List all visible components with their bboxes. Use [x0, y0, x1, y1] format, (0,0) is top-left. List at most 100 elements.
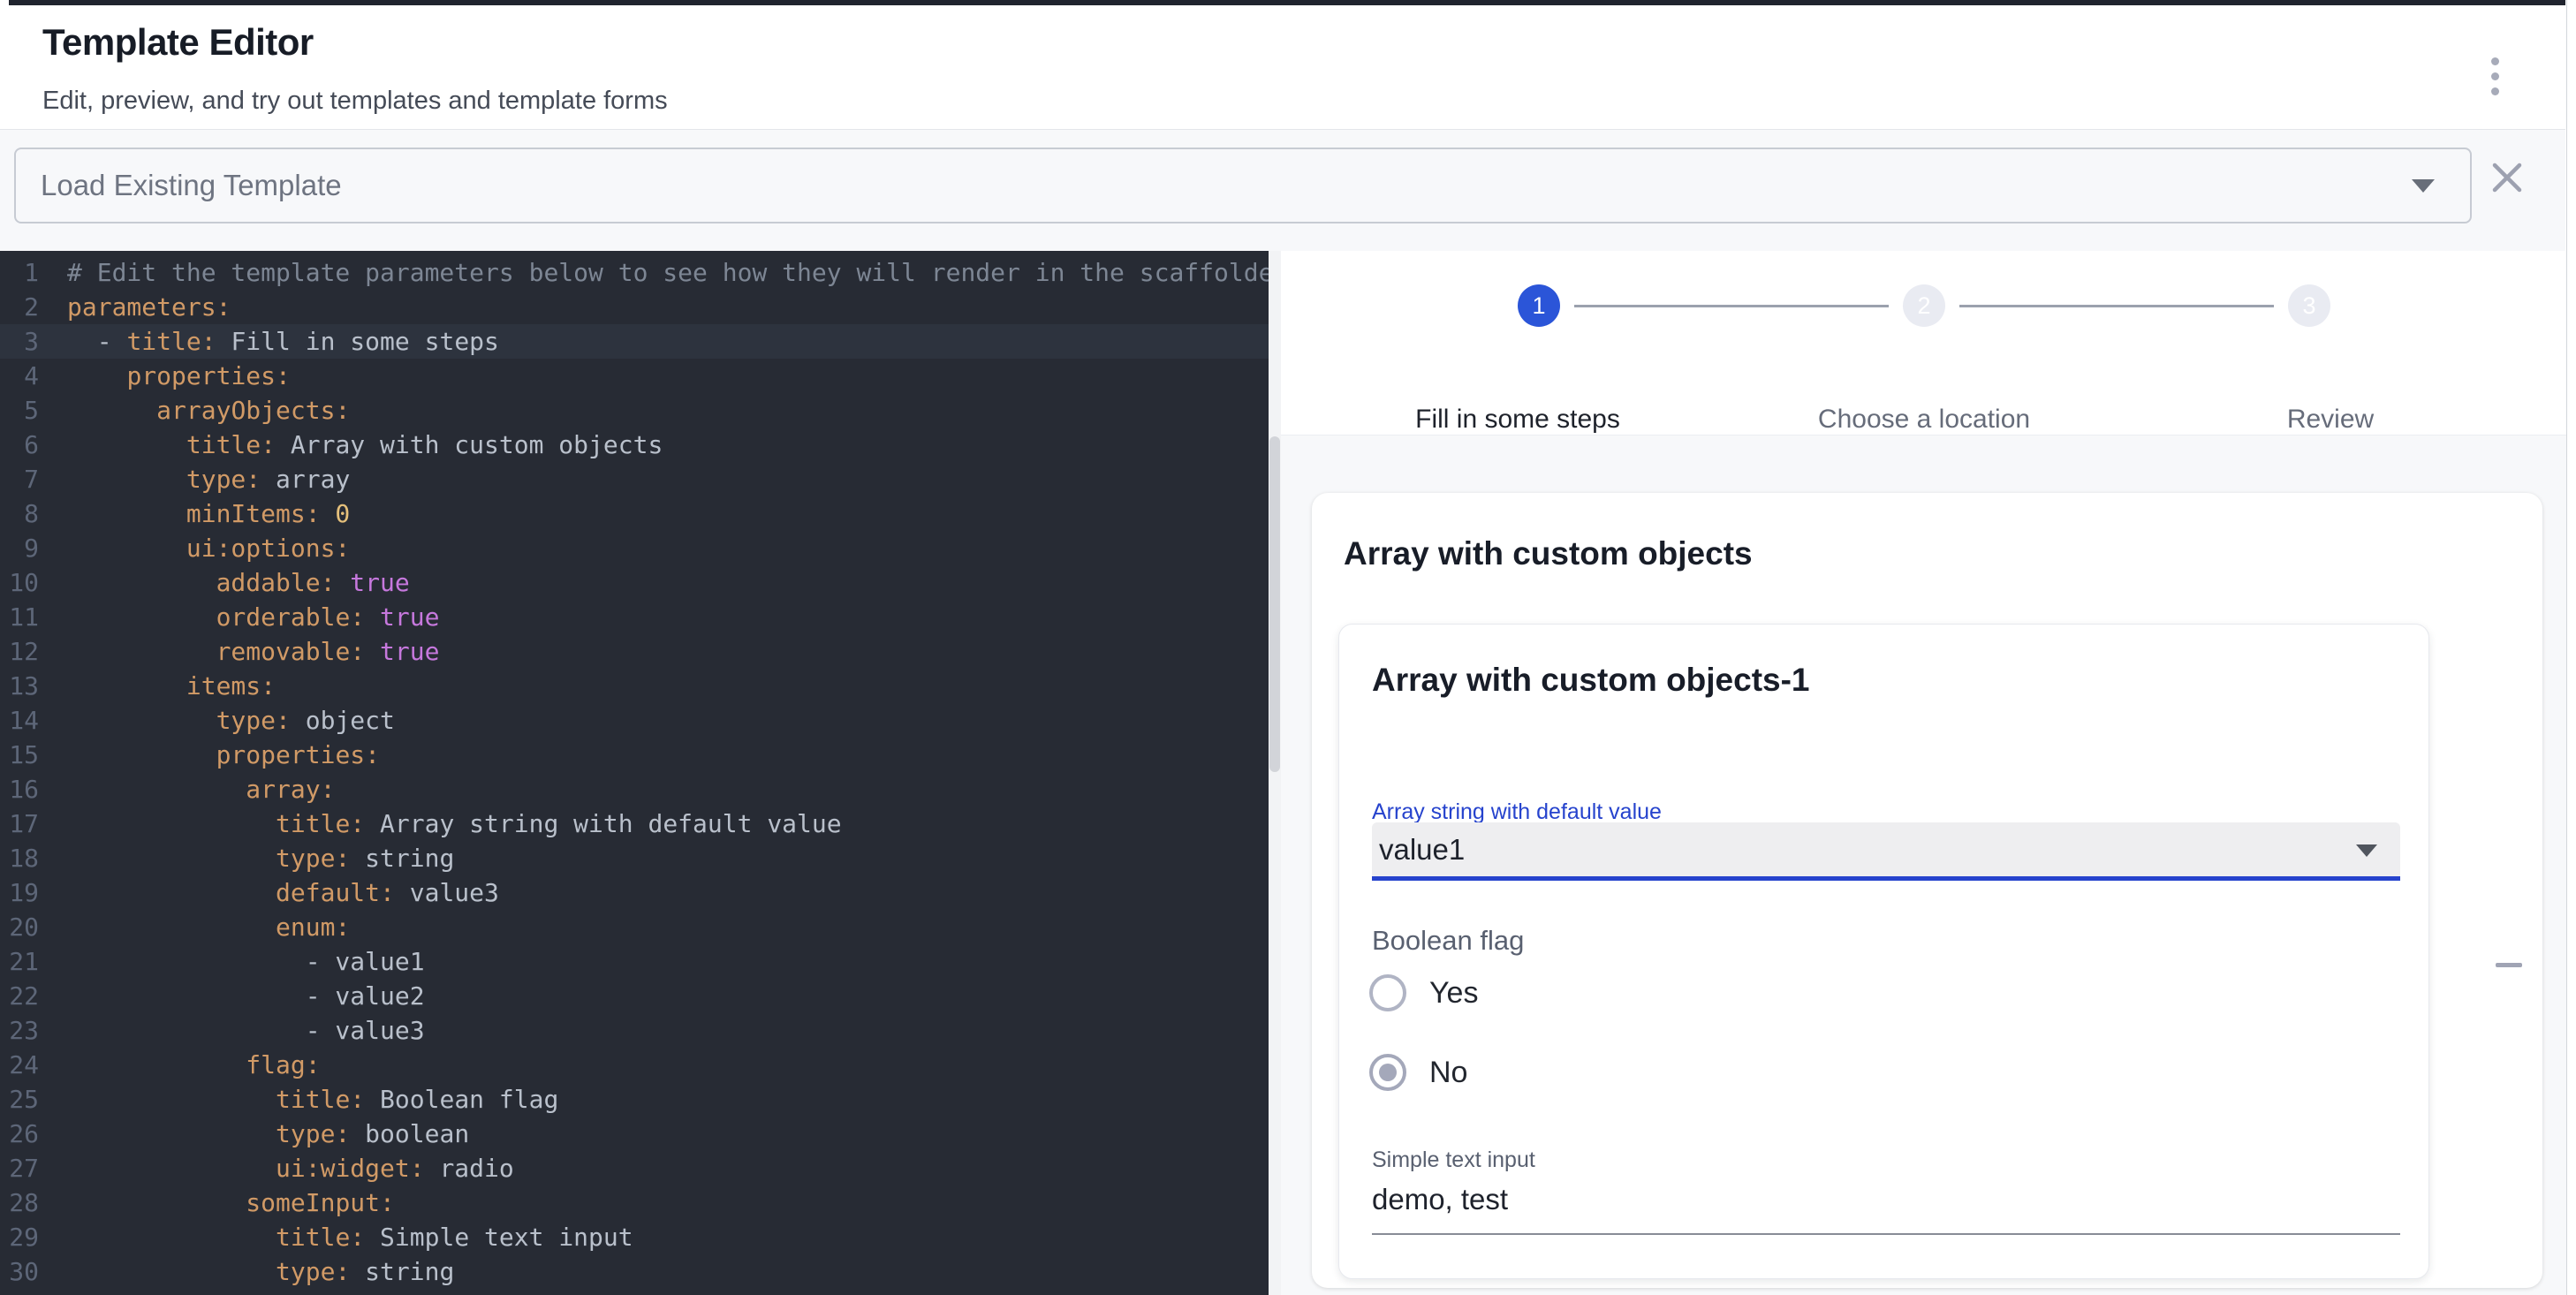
code-line[interactable]: 4 properties:	[0, 359, 1269, 393]
code-line[interactable]: 30 type: string	[0, 1254, 1269, 1289]
load-template-bar: Load Existing Template	[0, 129, 2565, 252]
editor-scrollbar[interactable]	[1269, 251, 1281, 1295]
code-line[interactable]: 13 items:	[0, 669, 1269, 703]
header: Template Editor Edit, preview, and try o…	[0, 5, 2565, 129]
code-line[interactable]: 1# Edit the template parameters below to…	[0, 255, 1269, 290]
code-lines: 1# Edit the template parameters below to…	[0, 255, 1269, 1289]
code-line[interactable]: 16 array:	[0, 772, 1269, 807]
text-field-label: Simple text input	[1372, 1147, 1535, 1173]
line-number: 25	[0, 1082, 39, 1117]
editor-scrollbar-thumb[interactable]	[1269, 436, 1280, 772]
code-line[interactable]: 24 flag:	[0, 1048, 1269, 1082]
code-line[interactable]: 18 type: string	[0, 841, 1269, 875]
line-number: 5	[0, 393, 39, 428]
radio-option-no[interactable]: No	[1369, 1053, 1467, 1092]
load-select-placeholder: Load Existing Template	[41, 149, 342, 222]
code-line[interactable]: 29 title: Simple text input	[0, 1220, 1269, 1254]
simple-text-input[interactable]: demo, test	[1372, 1183, 1508, 1216]
code-line[interactable]: 20 enum:	[0, 910, 1269, 944]
code-line[interactable]: 2parameters:	[0, 290, 1269, 324]
radio-unselected-icon	[1369, 974, 1406, 1011]
code-line[interactable]: 23 - value3	[0, 1013, 1269, 1048]
clear-template-button[interactable]	[2482, 153, 2532, 202]
code-line[interactable]: 19 default: value3	[0, 875, 1269, 910]
step-circle-1[interactable]: 1	[1518, 284, 1560, 327]
code-line[interactable]: 28 someInput:	[0, 1185, 1269, 1220]
page-title: Template Editor	[42, 21, 314, 64]
code-line[interactable]: 21 - value1	[0, 944, 1269, 979]
line-number: 4	[0, 359, 39, 393]
array-string-select[interactable]: value1	[1372, 822, 2400, 881]
line-number: 15	[0, 738, 39, 772]
select-field-value: value1	[1379, 822, 1465, 876]
page-scrollbar-track[interactable]	[2566, 0, 2576, 1295]
line-number: 18	[0, 841, 39, 875]
line-number: 6	[0, 428, 39, 462]
minus-icon	[2496, 963, 2522, 967]
line-number: 16	[0, 772, 39, 807]
line-number: 30	[0, 1254, 39, 1289]
line-number: 23	[0, 1013, 39, 1048]
code-line[interactable]: 10 addable: true	[0, 565, 1269, 600]
step-circle-2[interactable]: 2	[1903, 284, 1945, 327]
line-number: 29	[0, 1220, 39, 1254]
more-options-button[interactable]	[2474, 48, 2516, 104]
line-number: 9	[0, 531, 39, 565]
line-number: 17	[0, 807, 39, 841]
code-line[interactable]: 25 title: Boolean flag	[0, 1082, 1269, 1117]
chevron-down-icon	[2356, 844, 2377, 857]
stepper: 1 2 3 Fill in some steps Choose a location R…	[1281, 251, 2567, 435]
step-circle-3[interactable]: 3	[2288, 284, 2330, 327]
radio-selected-icon	[1369, 1054, 1406, 1091]
page-subtitle: Edit, preview, and try out templates and…	[42, 87, 668, 116]
line-number: 27	[0, 1151, 39, 1185]
code-line[interactable]: 26 type: boolean	[0, 1117, 1269, 1151]
step-label: Review	[2287, 405, 2374, 435]
code-line[interactable]: 22 - value2	[0, 979, 1269, 1013]
code-line[interactable]: 8 minItems: 0	[0, 496, 1269, 531]
code-line[interactable]: 3 - title: Fill in some steps	[0, 324, 1269, 359]
code-line[interactable]: 5 arrayObjects:	[0, 393, 1269, 428]
line-number: 26	[0, 1117, 39, 1151]
line-number: 8	[0, 496, 39, 531]
step-connector	[1959, 305, 2274, 307]
code-line[interactable]: 17 title: Array string with default valu…	[0, 807, 1269, 841]
code-line[interactable]: 14 type: object	[0, 703, 1269, 738]
step-label: Fill in some steps	[1415, 405, 1620, 435]
code-line[interactable]: 6 title: Array with custom objects	[0, 428, 1269, 462]
line-number: 24	[0, 1048, 39, 1082]
remove-array-item-button[interactable]	[2488, 943, 2530, 986]
stepper-track: 1 2 3	[1518, 251, 2330, 327]
code-line[interactable]: 12 removable: true	[0, 634, 1269, 669]
line-number: 3	[0, 324, 39, 359]
code-line[interactable]: 11 orderable: true	[0, 600, 1269, 634]
code-line[interactable]: 7 type: array	[0, 462, 1269, 496]
boolean-field-label: Boolean flag	[1372, 925, 1524, 957]
array-item-title: Array with custom objects-1	[1372, 662, 1810, 699]
chevron-down-icon	[2412, 179, 2435, 193]
load-existing-template-select[interactable]: Load Existing Template	[14, 148, 2472, 223]
form-area: Array with custom objects Array with cus…	[1281, 435, 2567, 1295]
preview-panel: 1 2 3 Fill in some steps Choose a location R…	[1281, 251, 2567, 1295]
step-connector	[1574, 305, 1889, 307]
form-section-title: Array with custom objects	[1344, 535, 1753, 572]
close-icon	[2482, 153, 2532, 202]
line-number: 20	[0, 910, 39, 944]
code-editor[interactable]: 1# Edit the template parameters below to…	[0, 251, 1269, 1295]
main-split: 1# Edit the template parameters below to…	[0, 251, 2576, 1295]
radio-option-label: No	[1429, 1056, 1467, 1090]
line-number: 1	[0, 255, 39, 290]
array-item-card: Array with custom objects-1 Array string…	[1338, 624, 2429, 1279]
line-number: 13	[0, 669, 39, 703]
code-line[interactable]: 15 properties:	[0, 738, 1269, 772]
code-line[interactable]: 27 ui:widget: radio	[0, 1151, 1269, 1185]
select-field-label: Array string with default value	[1372, 799, 1662, 825]
code-line[interactable]: 9 ui:options:	[0, 531, 1269, 565]
radio-option-yes[interactable]: Yes	[1369, 973, 1478, 1012]
step-label: Choose a location	[1818, 405, 2030, 435]
kebab-dot-icon	[2491, 87, 2499, 95]
line-number: 28	[0, 1185, 39, 1220]
line-number: 10	[0, 565, 39, 600]
line-number: 21	[0, 944, 39, 979]
line-number: 11	[0, 600, 39, 634]
